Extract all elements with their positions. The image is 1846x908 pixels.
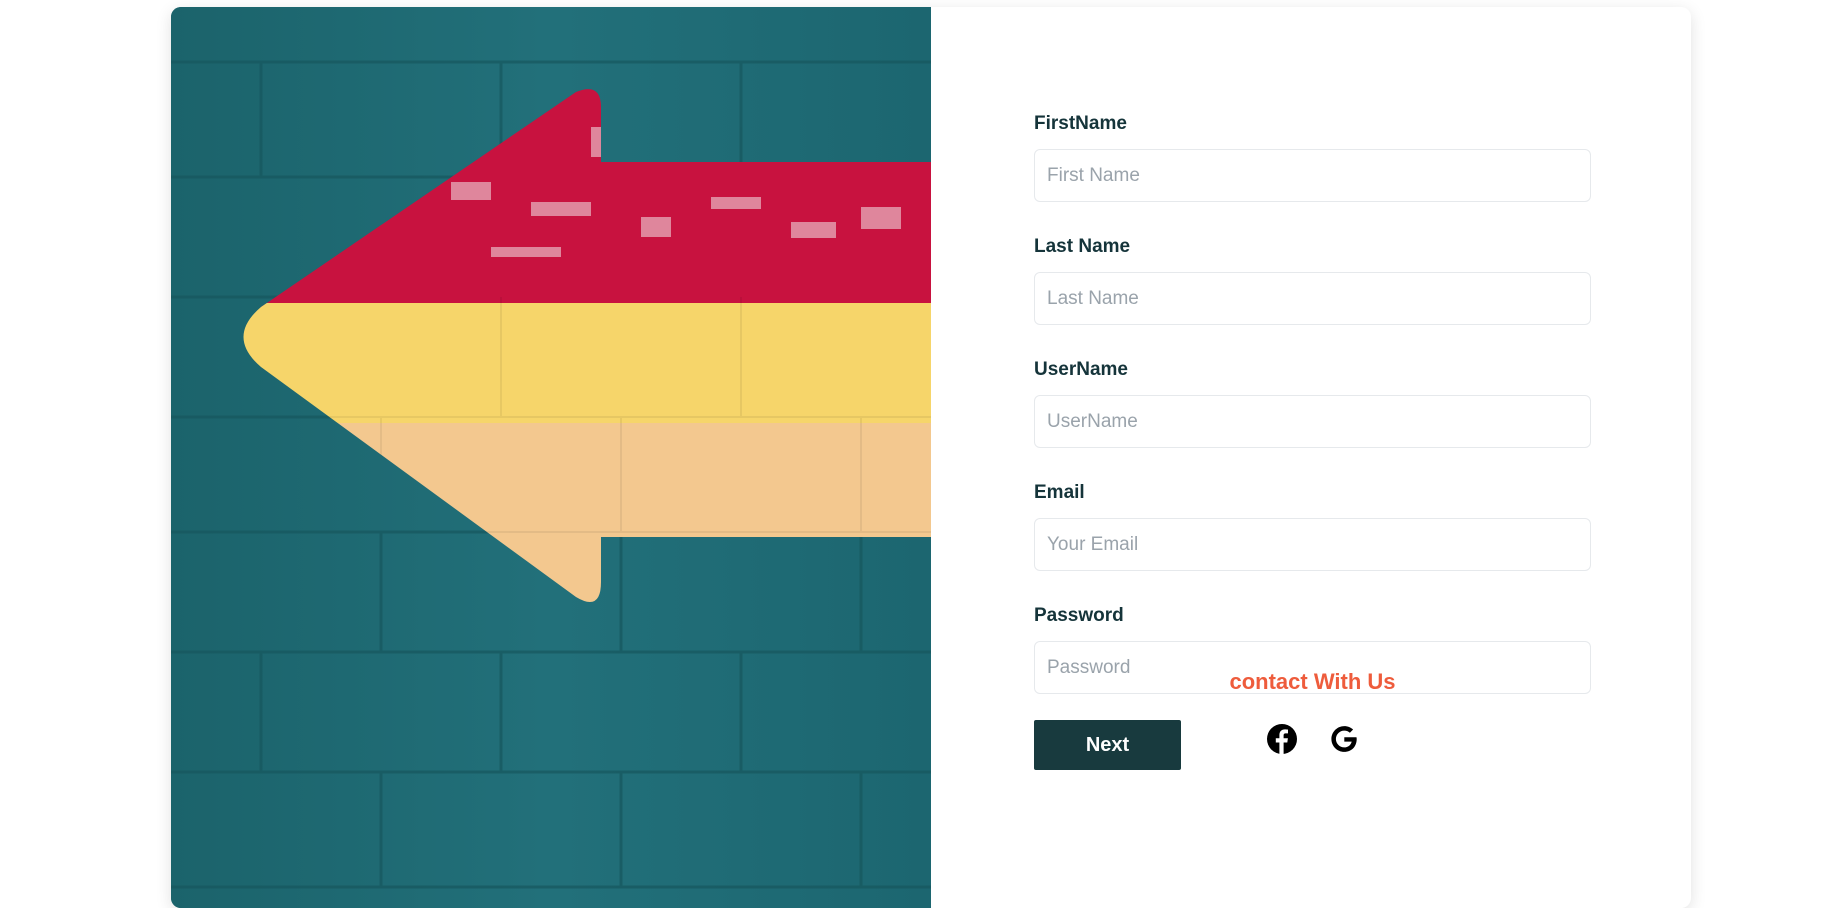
last-name-input[interactable] bbox=[1034, 272, 1591, 325]
facebook-icon[interactable] bbox=[1266, 723, 1298, 755]
first-name-input[interactable] bbox=[1034, 149, 1591, 202]
first-name-label: FirstName bbox=[1034, 113, 1127, 134]
social-links bbox=[1034, 723, 1591, 755]
contact-heading: contact With Us bbox=[1229, 669, 1396, 694]
last-name-label: Last Name bbox=[1034, 236, 1131, 257]
google-icon[interactable] bbox=[1328, 723, 1360, 755]
password-label: Password bbox=[1034, 605, 1124, 626]
signup-card: FirstName Last Name UserName Email Passw… bbox=[171, 7, 1691, 908]
email-label: Email bbox=[1034, 482, 1085, 503]
painted-arrow-illustration bbox=[171, 7, 931, 908]
hero-image bbox=[171, 7, 931, 908]
username-input[interactable] bbox=[1034, 395, 1591, 448]
username-label: UserName bbox=[1034, 359, 1128, 380]
email-input[interactable] bbox=[1034, 518, 1591, 571]
signup-form-panel: FirstName Last Name UserName Email Passw… bbox=[931, 7, 1691, 908]
